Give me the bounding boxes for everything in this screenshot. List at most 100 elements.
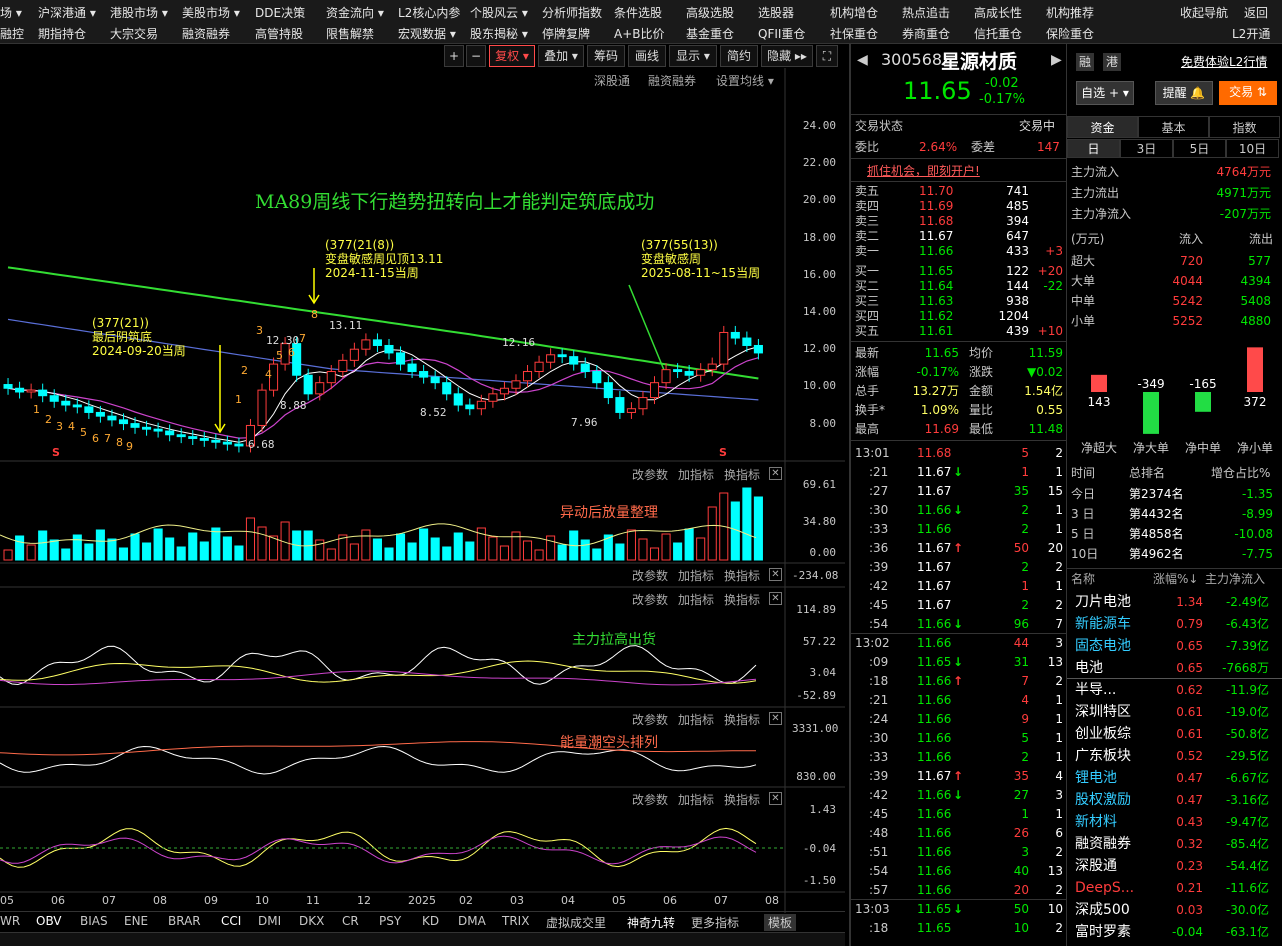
menu-item-top[interactable]: 分析师指数 [542,4,602,21]
menu-item-sub[interactable]: 券商重仓 [902,25,950,42]
indicator-tab[interactable]: OBV [36,914,62,928]
sector-row[interactable]: 融资融券 0.32 -85.4亿 [1067,833,1282,855]
sector-row[interactable]: 创业板综 0.61 -50.8亿 [1067,723,1282,745]
menu-item-sub[interactable]: 融资融券 [182,25,230,42]
sector-row[interactable]: 股权激励 0.47 -3.16亿 [1067,789,1282,811]
order-book-row[interactable]: 卖一 11.66 433 +3 [851,244,1068,259]
order-book-row[interactable]: 买三 11.63 938 [851,294,1068,309]
display-dropdown[interactable]: 显示 ▾ [669,45,717,67]
close-icon[interactable]: ✕ [769,712,782,725]
sector-row[interactable]: 刀片电池 1.34 -2.49亿 [1067,591,1282,613]
close-icon[interactable]: ✕ [769,568,782,581]
panel-link[interactable]: 换指标 [724,591,760,608]
indicator-tab[interactable]: CCI [221,914,241,928]
menu-item-sub[interactable]: A+B比价 [614,25,665,42]
menu-item-sub[interactable]: 停牌复牌 [542,25,590,42]
flow-period[interactable]: 3日 [1120,139,1173,158]
menu-item-top[interactable]: 美股市场 ▾ [182,4,240,21]
flow-tab[interactable]: 资金 [1067,116,1138,138]
panel-link[interactable]: 加指标 [678,791,714,808]
indicator-tab[interactable]: 模板 [764,914,797,931]
close-icon[interactable]: ✕ [769,467,782,480]
sector-row[interactable]: 深股通 0.23 -54.4亿 [1067,855,1282,877]
flow-period[interactable]: 10日 [1226,139,1279,158]
menu-item-top[interactable]: 高级选股 [686,4,734,21]
panel-link[interactable]: 改参数 [632,567,668,584]
panel-link[interactable]: 改参数 [632,466,668,483]
panel-link[interactable]: 加指标 [678,591,714,608]
scroll-bar[interactable] [0,932,845,946]
menu-item-top[interactable]: 热点追击 [902,4,950,21]
indicator-tab[interactable]: DMA [458,914,486,928]
open-account-promo[interactable]: 抓住机会，即刻开户! [867,162,980,179]
panel-link[interactable]: 改参数 [632,591,668,608]
flow-tab[interactable]: 基本 [1138,116,1209,138]
menu-item-sub[interactable]: 社保重仓 [830,25,878,42]
sector-row[interactable]: 新材料 0.43 -9.47亿 [1067,811,1282,833]
simple-mode-button[interactable]: 简约 [720,45,758,67]
menu-item-top[interactable]: DDE决策 [255,4,305,21]
indicator-tab[interactable]: ENE [124,914,148,928]
sector-row[interactable]: 深成500 0.03 -30.0亿 [1067,899,1282,921]
sector-row[interactable]: 半导... 0.62 -11.9亿 [1067,679,1282,701]
order-book-row[interactable]: 买四 11.62 1204 [851,309,1068,324]
hide-button[interactable]: 隐藏 ▸▸ [761,45,813,67]
zoom-out-button[interactable]: − [466,45,486,67]
indicator-tab[interactable]: CR [342,914,359,928]
draw-line-button[interactable]: 画线 [628,45,666,67]
menu-item-top[interactable]: L2核心内参 [398,4,460,21]
chip-button[interactable]: 筹码 [587,45,625,67]
menu-item-sub[interactable]: 大宗交易 [110,25,158,42]
menu-item-top[interactable]: 沪深港通 ▾ [38,4,96,21]
menu-item-sub[interactable]: 融控 [0,25,24,42]
sector-row[interactable]: 新能源车 0.79 -6.43亿 [1067,613,1282,635]
prev-stock-icon[interactable]: ◀ [857,52,868,68]
panel-link[interactable]: 加指标 [678,711,714,728]
indicator-tab[interactable]: WR [0,914,20,928]
overlay-dropdown[interactable]: 叠加 ▾ [538,45,584,67]
close-icon[interactable]: ✕ [769,592,782,605]
menu-item-top[interactable]: 选股器 [758,4,794,21]
menu-item-sub[interactable]: 基金重仓 [686,25,734,42]
menu-item-top[interactable]: 收起导航 [1180,4,1228,21]
sector-row[interactable]: 固态电池 0.65 -7.39亿 [1067,635,1282,657]
trade-button[interactable]: 交易 ⇅ [1219,81,1277,105]
panel-link[interactable]: 改参数 [632,791,668,808]
next-stock-icon[interactable]: ▶ [1051,52,1062,68]
flow-period[interactable]: 日 [1067,139,1120,158]
menu-item-top[interactable]: 高成长性 [974,4,1022,21]
menu-item-sub[interactable]: 期指持仓 [38,25,86,42]
sector-row[interactable]: 锂电池 0.47 -6.67亿 [1067,767,1282,789]
menu-item-top[interactable]: 条件选股 [614,4,662,21]
indicator-tab[interactable]: TRIX [502,914,529,928]
alert-button[interactable]: 提醒 🔔 [1155,81,1213,105]
panel-link[interactable]: 换指标 [724,711,760,728]
menu-item-sub[interactable]: 限售解禁 [326,25,374,42]
close-icon[interactable]: ✕ [769,792,782,805]
menu-item-sub[interactable]: 宏观数据 ▾ [398,25,456,42]
menu-item-top[interactable]: 机构增仓 [830,4,878,21]
flow-tab[interactable]: 指数 [1209,116,1280,138]
menu-item-top[interactable]: 个股风云 ▾ [470,4,528,21]
panel-link[interactable]: 加指标 [678,466,714,483]
menu-item-sub[interactable]: 高管持股 [255,25,303,42]
zoom-in-button[interactable]: + [444,45,464,67]
panel-link[interactable]: 换指标 [724,567,760,584]
order-book-row[interactable]: 买五 11.61 439 +10 [851,324,1068,339]
menu-item-top[interactable]: 港股市场 ▾ [110,4,168,21]
sector-row[interactable]: 电池 0.65 -7668万 [1067,657,1282,679]
panel-link[interactable]: 改参数 [632,711,668,728]
order-book-row[interactable]: 卖二 11.67 647 [851,229,1068,244]
sector-row[interactable]: 深圳特区 0.61 -19.0亿 [1067,701,1282,723]
order-book-row[interactable]: 买二 11.64 144 -22 [851,279,1068,294]
menu-item-top[interactable]: 场 ▾ [0,4,22,21]
menu-item-top[interactable]: 资金流向 ▾ [326,4,384,21]
menu-item-top[interactable]: 返回 [1244,4,1268,21]
order-book-row[interactable]: 买一 11.65 122 +20 [851,264,1068,279]
order-book-row[interactable]: 卖四 11.69 485 [851,199,1068,214]
indicator-tab[interactable]: DKX [299,914,324,928]
fullscreen-icon[interactable]: ⛶ [816,45,838,67]
sector-row[interactable]: DeepS... 0.21 -11.6亿 [1067,877,1282,899]
menu-item-sub[interactable]: L2开通 [1232,25,1270,42]
panel-link[interactable]: 加指标 [678,567,714,584]
